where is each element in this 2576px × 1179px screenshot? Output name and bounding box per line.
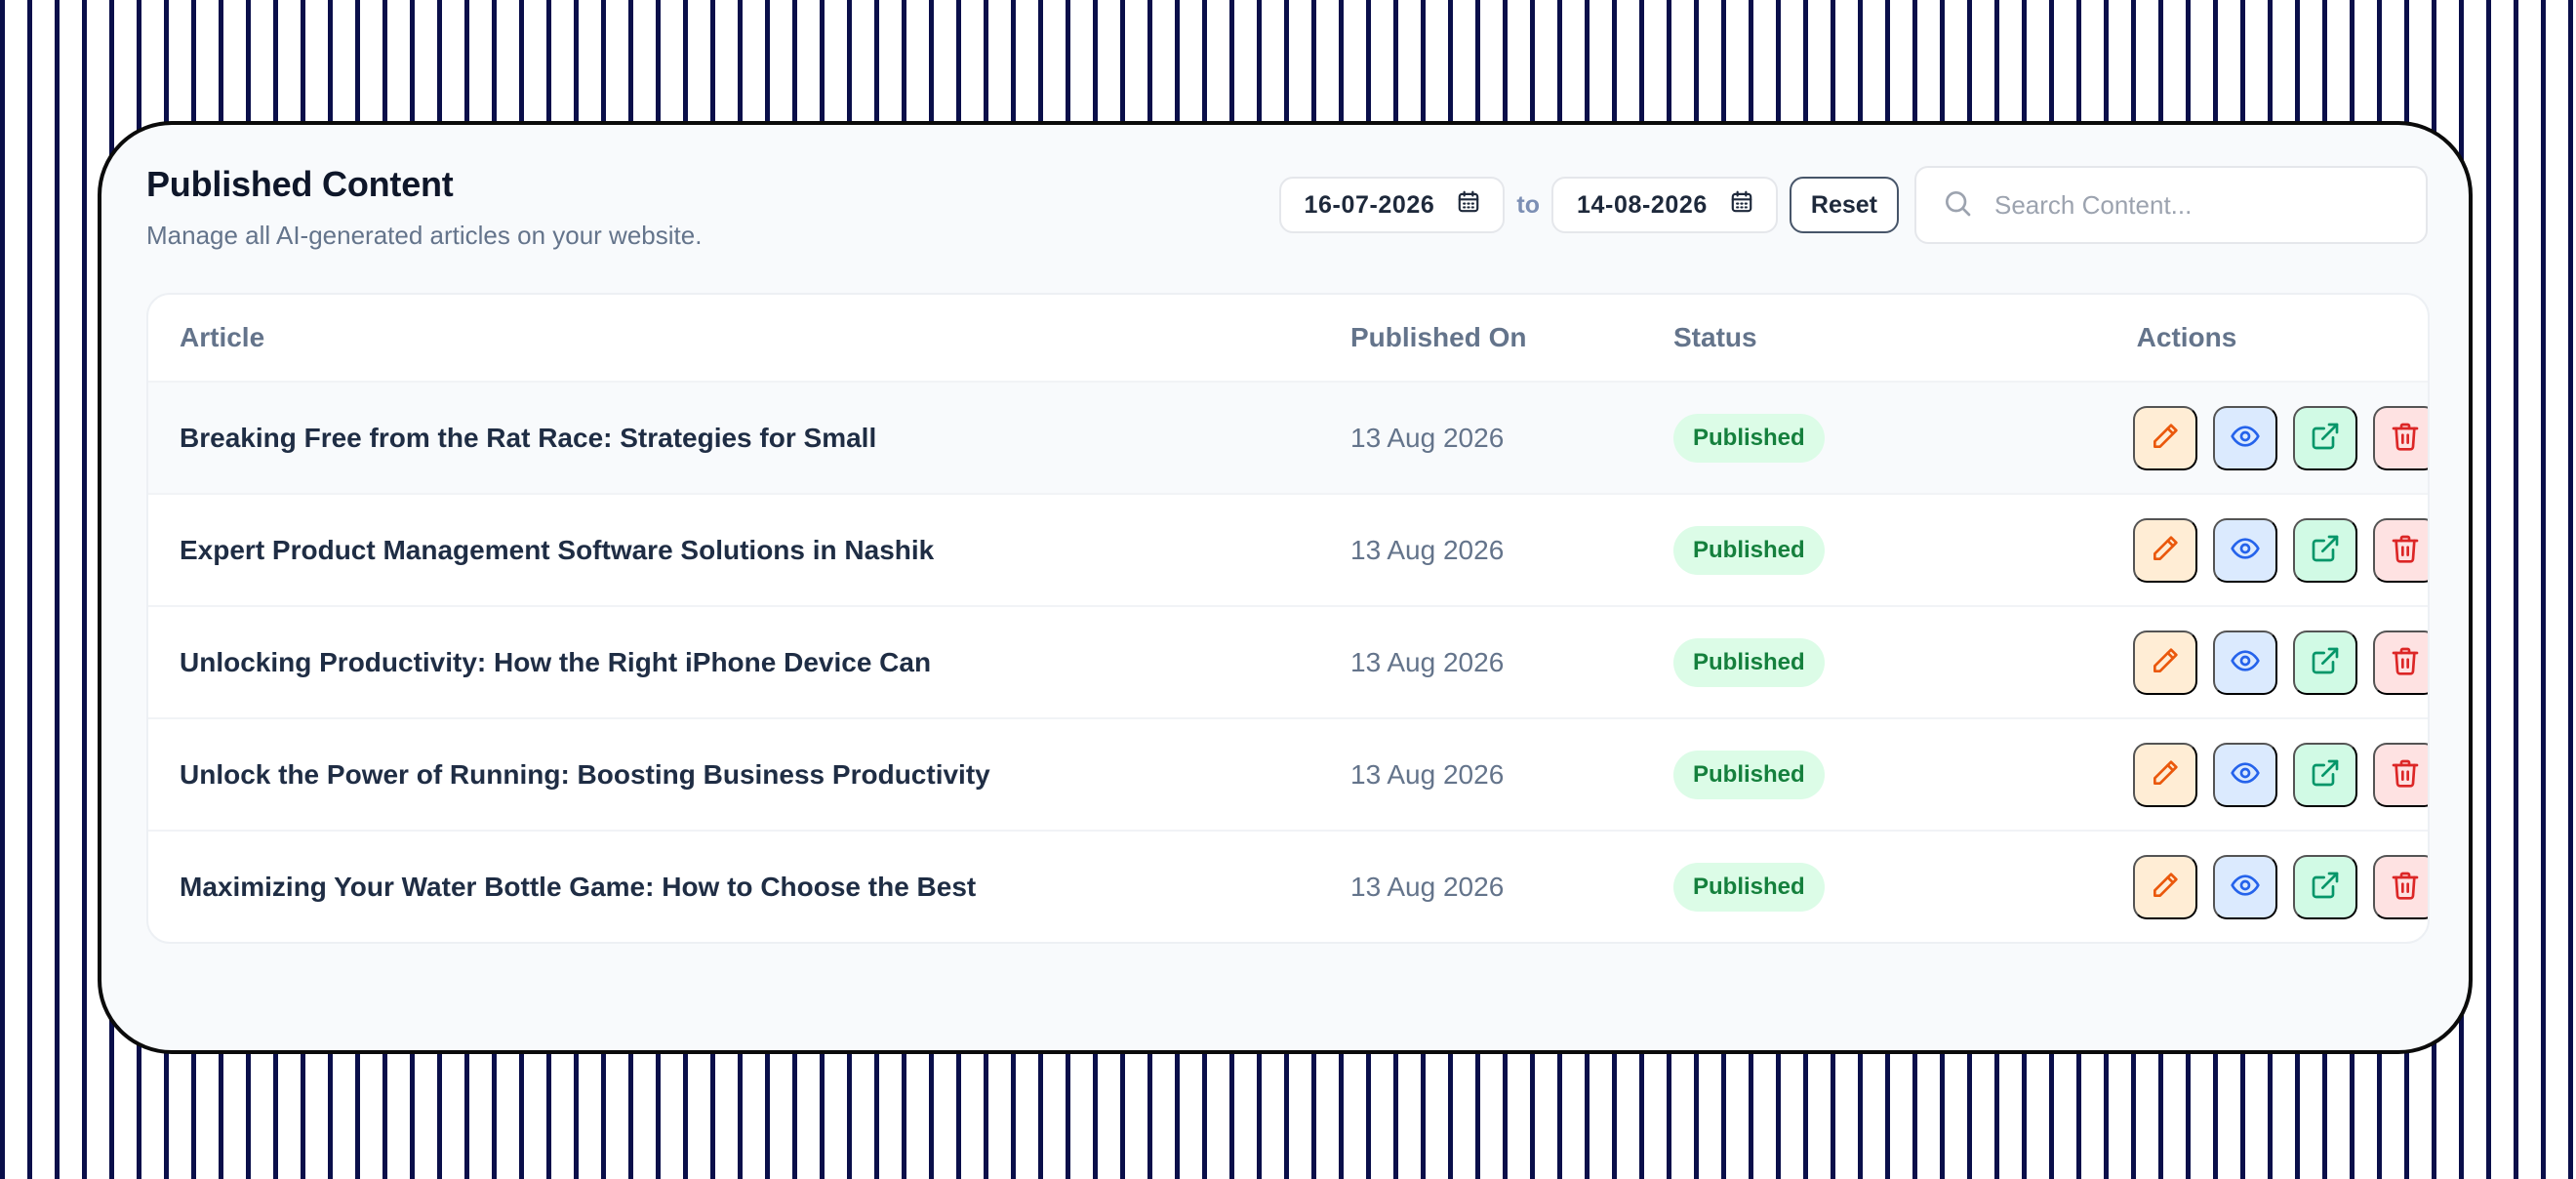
view-button[interactable] (2213, 854, 2277, 919)
external-link-icon (2310, 421, 2341, 455)
pencil-icon (2150, 757, 2181, 792)
delete-button[interactable] (2373, 517, 2428, 583)
reset-button[interactable]: Reset (1789, 177, 1899, 233)
date-to-field[interactable]: 14-08-2026 (1551, 177, 1778, 233)
column-header-published-on: Published On (1350, 322, 1527, 352)
published-date: 13 Aug 2026 (1350, 871, 1505, 902)
table-row: Breaking Free from the Rat Race: Strateg… (148, 381, 2428, 493)
status-badge: Published (1673, 862, 1825, 912)
edit-button[interactable] (2133, 742, 2197, 807)
pencil-icon (2150, 870, 2181, 904)
calendar-icon (1729, 189, 1754, 222)
edit-button[interactable] (2133, 405, 2197, 470)
published-date: 13 Aug 2026 (1350, 758, 1505, 790)
calendar-icon (1456, 189, 1481, 222)
status-cell: Published (1673, 862, 1825, 912)
open-external-button[interactable] (2293, 742, 2357, 807)
column-header-actions: Actions (2136, 322, 2237, 352)
trash-icon (2390, 645, 2421, 679)
table-row: Maximizing Your Water Bottle Game: How t… (148, 830, 2428, 942)
date-from-field[interactable]: 16-07-2026 (1278, 177, 1506, 233)
search-box[interactable] (1914, 166, 2428, 244)
table-row: Expert Product Management Software Solut… (148, 493, 2428, 605)
edit-button[interactable] (2133, 630, 2197, 695)
table-body: Breaking Free from the Rat Race: Strateg… (148, 381, 2428, 942)
pencil-icon (2150, 533, 2181, 567)
view-button[interactable] (2213, 630, 2277, 695)
row-actions (2133, 742, 2428, 807)
pencil-icon (2150, 645, 2181, 679)
open-external-button[interactable] (2293, 405, 2357, 470)
date-from-value: 16-07-2026 (1304, 190, 1435, 219)
article-title[interactable]: Unlocking Productivity: How the Right iP… (180, 647, 931, 678)
open-external-button[interactable] (2293, 854, 2357, 919)
row-actions (2133, 854, 2428, 919)
open-external-button[interactable] (2293, 630, 2357, 695)
view-button[interactable] (2213, 517, 2277, 583)
table-row: Unlocking Productivity: How the Right iP… (148, 605, 2428, 717)
status-cell: Published (1673, 637, 1825, 687)
trash-icon (2390, 870, 2421, 904)
status-cell: Published (1673, 750, 1825, 799)
view-button[interactable] (2213, 742, 2277, 807)
pencil-icon (2150, 421, 2181, 455)
article-title[interactable]: Expert Product Management Software Solut… (180, 535, 934, 566)
eye-icon (2230, 645, 2261, 679)
row-actions (2133, 517, 2428, 583)
status-badge: Published (1673, 637, 1825, 687)
delete-button[interactable] (2373, 742, 2428, 807)
article-title[interactable]: Maximizing Your Water Bottle Game: How t… (180, 872, 976, 903)
content-table: Article Published On Status Actions Brea… (146, 293, 2430, 944)
status-cell: Published (1673, 525, 1825, 575)
eye-icon (2230, 421, 2261, 455)
table-row: Unlock the Power of Running: Boosting Bu… (148, 717, 2428, 830)
column-header-status: Status (1673, 322, 1757, 352)
trash-icon (2390, 757, 2421, 792)
date-to-value: 14-08-2026 (1577, 190, 1708, 219)
status-badge: Published (1673, 413, 1825, 463)
external-link-icon (2310, 757, 2341, 792)
delete-button[interactable] (2373, 405, 2428, 470)
delete-button[interactable] (2373, 630, 2428, 695)
published-content-card: Published Content Manage all AI-generate… (98, 121, 2473, 1054)
page-subtitle: Manage all AI-generated articles on your… (146, 221, 703, 250)
article-title[interactable]: Unlock the Power of Running: Boosting Bu… (180, 759, 990, 791)
view-button[interactable] (2213, 405, 2277, 470)
status-badge: Published (1673, 525, 1825, 575)
eye-icon (2230, 870, 2261, 904)
published-date: 13 Aug 2026 (1350, 534, 1505, 565)
search-input[interactable] (1992, 188, 2400, 222)
open-external-button[interactable] (2293, 517, 2357, 583)
external-link-icon (2310, 645, 2341, 679)
published-date: 13 Aug 2026 (1350, 422, 1505, 453)
table-header: Article Published On Status Actions (148, 295, 2428, 381)
article-title[interactable]: Breaking Free from the Rat Race: Strateg… (180, 423, 876, 454)
date-range-separator: to (1516, 190, 1541, 219)
row-actions (2133, 405, 2428, 470)
edit-button[interactable] (2133, 517, 2197, 583)
column-header-article: Article (180, 322, 265, 352)
status-cell: Published (1673, 413, 1825, 463)
trash-icon (2390, 421, 2421, 455)
published-date: 13 Aug 2026 (1350, 646, 1505, 677)
search-icon (1942, 187, 1973, 224)
eye-icon (2230, 757, 2261, 792)
status-badge: Published (1673, 750, 1825, 799)
external-link-icon (2310, 870, 2341, 904)
eye-icon (2230, 533, 2261, 567)
page-title: Published Content (146, 164, 454, 204)
filter-toolbar: 16-07-2026 to 14-08-2026 Reset Search Co… (1278, 166, 2428, 244)
edit-button[interactable] (2133, 854, 2197, 919)
delete-button[interactable] (2373, 854, 2428, 919)
row-actions (2133, 630, 2428, 695)
external-link-icon (2310, 533, 2341, 567)
trash-icon (2390, 533, 2421, 567)
